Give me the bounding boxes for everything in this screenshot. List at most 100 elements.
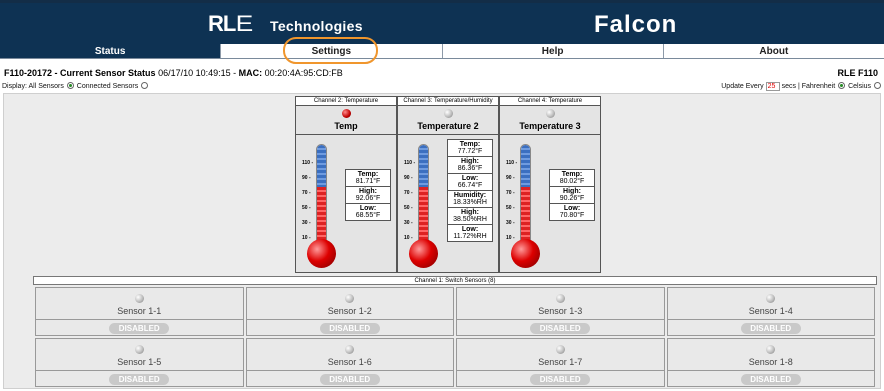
scale-tick: 70 - xyxy=(404,190,413,196)
update-every-label: Update Every xyxy=(721,83,764,90)
temp-value: 81.71°F xyxy=(355,178,381,185)
status-led-icon xyxy=(766,294,776,303)
temp-value: 80.02°F xyxy=(559,178,585,185)
sensor-state-badge: DISABLED xyxy=(530,323,591,334)
status-led-icon xyxy=(766,345,776,354)
scale-tick: 50 - xyxy=(506,205,515,211)
nav-help[interactable]: Help xyxy=(441,44,663,58)
scale-tick: 70 - xyxy=(506,190,515,196)
status-led-icon xyxy=(345,345,355,354)
display-label: Display: xyxy=(2,83,27,90)
status-led-icon xyxy=(134,345,144,354)
scale-tick: 110 - xyxy=(302,160,314,166)
sensor-name: Sensor 1-8 xyxy=(748,357,793,367)
status-led-icon xyxy=(555,345,565,354)
scale-tick: 30 - xyxy=(506,220,515,226)
humidity-value: 18.33%RH xyxy=(453,199,487,206)
sensor-state-badge: DISABLED xyxy=(109,374,170,385)
reading-box: Temp: 80.02°F High: 90.26°F Low: 70.80°F xyxy=(549,169,595,221)
channel-header: Channel 4: Temperature xyxy=(500,97,600,106)
low-value: 66.74°F xyxy=(457,182,483,189)
high-value: 92.06°F xyxy=(355,195,381,202)
switch-sensor-1-7[interactable]: Sensor 1-7 DISABLED xyxy=(456,338,665,387)
status-title-bar: F110-20172 - Current Sensor Status 06/17… xyxy=(4,68,878,78)
switch-sensor-1-2[interactable]: Sensor 1-2 DISABLED xyxy=(245,287,454,336)
falcon-logo: Falcon xyxy=(594,11,678,38)
scale-tick: 90 - xyxy=(506,175,515,181)
channel-name[interactable]: Temperature 3 xyxy=(500,120,600,135)
scale-tick: 30 - xyxy=(404,220,413,226)
update-controls: Update Every 25 secs | Fahrenheit Celsiu… xyxy=(721,81,882,93)
alarm-led-icon xyxy=(341,109,351,118)
scale-tick: 50 - xyxy=(302,205,311,211)
device-status-title: F110-20172 - Current Sensor Status xyxy=(4,68,156,78)
thermometer-icon: 110 - 90 - 70 - 50 - 30 - 10 - xyxy=(302,144,340,269)
reading-box: Temp: 77.72°F High: 86.36°F Low: 66.74°F Hu… xyxy=(447,139,493,242)
channel-panel-3: Channel 3: Temperature/Humidity Temperat… xyxy=(397,96,499,273)
temp-value: 77.72°F xyxy=(457,148,483,155)
update-interval-input[interactable]: 25 xyxy=(765,81,780,91)
sensor-name: Sensor 1-7 xyxy=(538,357,583,367)
fahrenheit-label: Fahrenheit xyxy=(801,83,836,90)
scale-tick: 10 - xyxy=(404,235,413,241)
channel-body: 110 - 90 - 70 - 50 - 30 - 10 - Temp: 80.0… xyxy=(500,135,600,275)
sensor-state-badge: DISABLED xyxy=(740,323,801,334)
celsius-label: Celsius xyxy=(848,83,872,90)
channel-header: Channel 2: Temperature xyxy=(296,97,396,106)
switch-sensor-1-6[interactable]: Sensor 1-6 DISABLED xyxy=(245,338,454,387)
options-separator: | xyxy=(797,83,800,90)
scale-tick: 10 - xyxy=(506,235,515,241)
low-value: 68.55°F xyxy=(355,212,381,219)
switch-sensor-1-4[interactable]: Sensor 1-4 DISABLED xyxy=(666,287,875,336)
channel-header: Channel 3: Temperature/Humidity xyxy=(398,97,498,106)
thermometer-icon: 110 - 90 - 70 - 50 - 30 - 10 - xyxy=(506,144,544,269)
switch-sensor-1-5[interactable]: Sensor 1-5 DISABLED xyxy=(35,338,244,387)
scale-tick: 50 - xyxy=(404,205,413,211)
celsius-radio[interactable] xyxy=(874,82,881,89)
sensor-state-badge: DISABLED xyxy=(740,374,801,385)
channel-panel-2: Channel 2: Temperature Temp 110 - 90 - 7… xyxy=(295,96,397,273)
all-sensors-radio[interactable] xyxy=(66,82,74,89)
humidity-high-value: 38.50%RH xyxy=(453,216,487,223)
rle-logo: RLE xyxy=(208,11,254,36)
nav-about[interactable]: About xyxy=(662,44,884,58)
nav-settings[interactable]: Settings xyxy=(220,44,442,58)
app-window: RLE Technologies Falcon Status Settings … xyxy=(0,0,884,391)
secs-label: secs xyxy=(781,83,796,90)
switch-sensors-grid: Sensor 1-1 DISABLED Sensor 1-2 DISABLED Se… xyxy=(33,285,877,389)
scale-tick: 110 - xyxy=(404,160,416,166)
sensor-state-badge: DISABLED xyxy=(319,323,380,334)
high-value: 90.26°F xyxy=(559,195,585,202)
switch-sensor-1-8[interactable]: Sensor 1-8 DISABLED xyxy=(666,338,875,387)
scale-tick: 110 - xyxy=(506,160,518,166)
channel-body: 110 - 90 - 70 - 50 - 30 - 10 - Temp: 81.7… xyxy=(296,135,396,275)
sensor-name: Sensor 1-4 xyxy=(748,306,793,316)
switch-sensors-header: Channel 1: Switch Sensors (8) xyxy=(33,276,877,285)
switch-sensor-1-1[interactable]: Sensor 1-1 DISABLED xyxy=(35,287,244,336)
all-sensors-label: All Sensors xyxy=(28,83,64,90)
sensor-state-badge: DISABLED xyxy=(109,323,170,334)
low-value: 70.80°F xyxy=(559,212,585,219)
display-options-bar: Display: All Sensors Connected Sensors U… xyxy=(2,81,882,93)
connected-sensors-radio[interactable] xyxy=(141,82,149,89)
channel-name[interactable]: Temperature 2 xyxy=(398,120,498,135)
scale-tick: 90 - xyxy=(302,175,311,181)
channel-name[interactable]: Temp xyxy=(296,120,396,135)
sensor-state-badge: DISABLED xyxy=(530,374,591,385)
sensor-name: Sensor 1-6 xyxy=(327,357,372,367)
sensor-name: Sensor 1-1 xyxy=(117,306,162,316)
sensor-name: Sensor 1-5 xyxy=(117,357,162,367)
switch-sensor-1-3[interactable]: Sensor 1-3 DISABLED xyxy=(456,287,665,336)
status-led-icon xyxy=(555,294,565,303)
technologies-logo-text: Technologies xyxy=(270,18,363,34)
sensor-name: Sensor 1-3 xyxy=(538,306,583,316)
scale-tick: 10 - xyxy=(302,235,311,241)
channel-panel-4: Channel 4: Temperature Temperature 3 110… xyxy=(499,96,601,273)
humidity-low-value: 11.72%RH xyxy=(453,233,487,240)
nav-status[interactable]: Status xyxy=(0,44,221,58)
connected-sensors-label: Connected Sensors xyxy=(76,83,139,90)
reading-box: Temp: 81.71°F High: 92.06°F Low: 68.55°F xyxy=(345,169,391,221)
scale-tick: 90 - xyxy=(404,175,413,181)
fahrenheit-radio[interactable] xyxy=(838,82,846,89)
header-banner: RLE Technologies Falcon xyxy=(0,0,884,44)
